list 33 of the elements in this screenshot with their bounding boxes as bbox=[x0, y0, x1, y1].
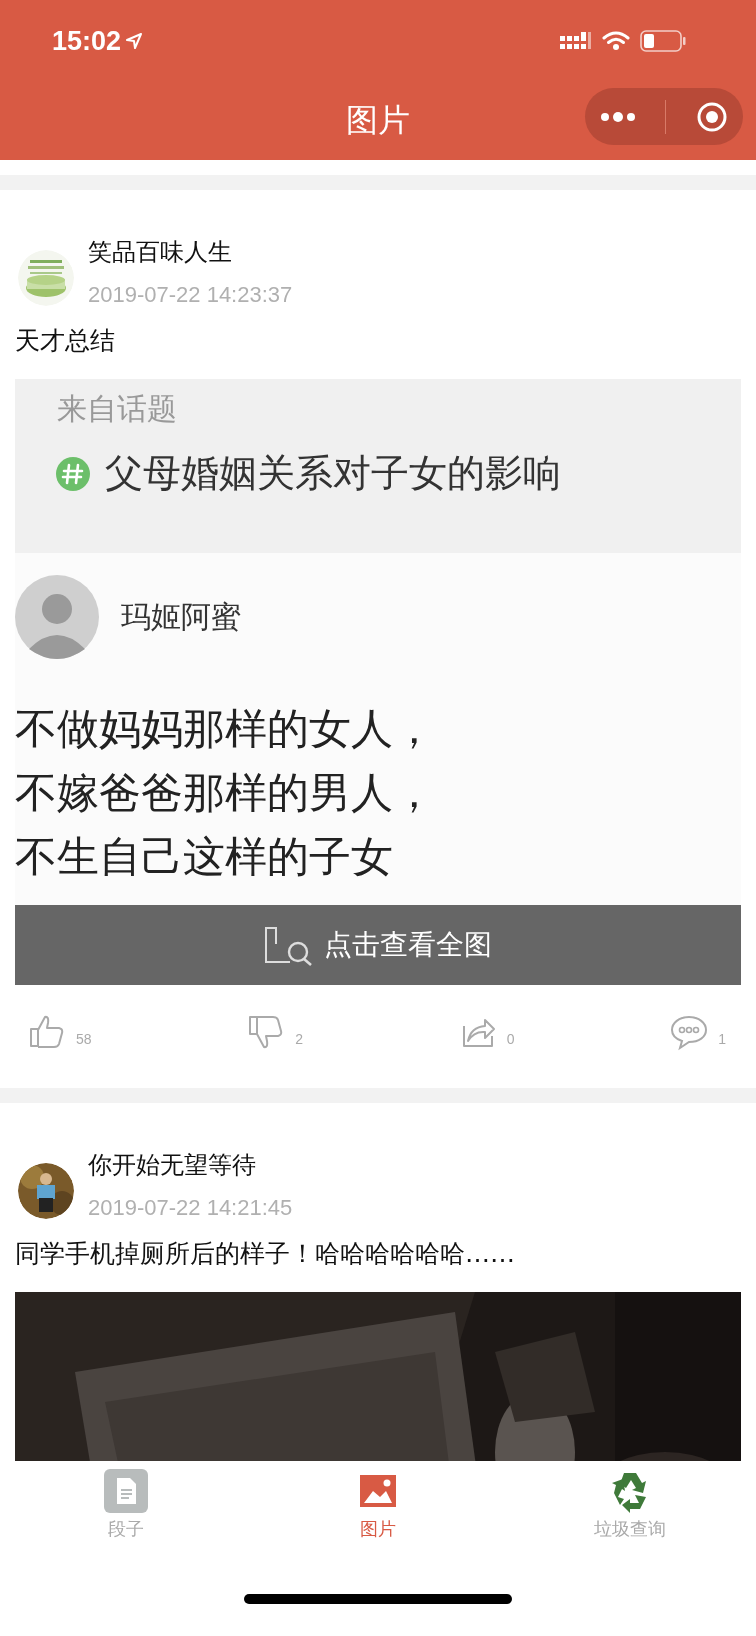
quote-line: 不嫁爸爸那样的男人， bbox=[15, 767, 436, 819]
post-time: 2019-07-22 14:23:37 bbox=[88, 282, 293, 308]
tab-item[interactable]: 图片 bbox=[278, 1461, 478, 1561]
user-name: 玛姬阿蜜 bbox=[121, 597, 241, 636]
battery-icon bbox=[640, 30, 686, 52]
topic-title: 父母婚姻关系对子女的影响 bbox=[105, 450, 561, 497]
avatar-icon bbox=[15, 575, 99, 659]
action-count: 1 bbox=[718, 1031, 726, 1049]
post-text: 同学手机掉厕所后的样子！哈哈哈哈哈哈…… bbox=[14, 1238, 516, 1270]
location-arrow-icon bbox=[125, 32, 144, 50]
view-full-image-bar[interactable]: 点击查看全图 bbox=[15, 905, 741, 985]
hashtag-icon bbox=[55, 455, 91, 492]
action-count: 0 bbox=[506, 1031, 515, 1049]
close-target-icon[interactable] bbox=[696, 100, 729, 133]
page-title: 图片 bbox=[346, 100, 410, 141]
signal-icon bbox=[560, 32, 592, 50]
author-name[interactable]: 你开始无望等待 bbox=[88, 1149, 293, 1181]
action-count: 58 bbox=[76, 1031, 92, 1049]
comment-icon[interactable] bbox=[670, 1013, 709, 1051]
quote-line: 不做妈妈那样的女人， bbox=[15, 703, 436, 755]
wifi-icon bbox=[602, 31, 630, 51]
post-text: 天才总结 bbox=[14, 325, 116, 357]
more-icon[interactable] bbox=[599, 110, 636, 123]
document-icon bbox=[104, 1469, 148, 1513]
status-time: 15:02 bbox=[52, 25, 122, 57]
author-name[interactable]: 笑品百味人生 bbox=[88, 236, 293, 268]
screenshot-image[interactable]: 来自话题 父母婚姻关系对子女的影响 玛姬阿蜜 不做妈妈那样的女人， 不嫁爸爸那样的男人， 不生自己这样的子女 点击查看全图 bbox=[15, 379, 741, 985]
topic-label: 来自话题 bbox=[57, 390, 178, 428]
action-count: 2 bbox=[295, 1031, 304, 1049]
post-time: 2019-07-22 14:21:45 bbox=[88, 1195, 293, 1221]
quote-line: 不生自己这样的子女 bbox=[15, 831, 394, 883]
thumbs-up-icon[interactable] bbox=[28, 1013, 66, 1051]
home-indicator[interactable] bbox=[244, 1593, 512, 1604]
